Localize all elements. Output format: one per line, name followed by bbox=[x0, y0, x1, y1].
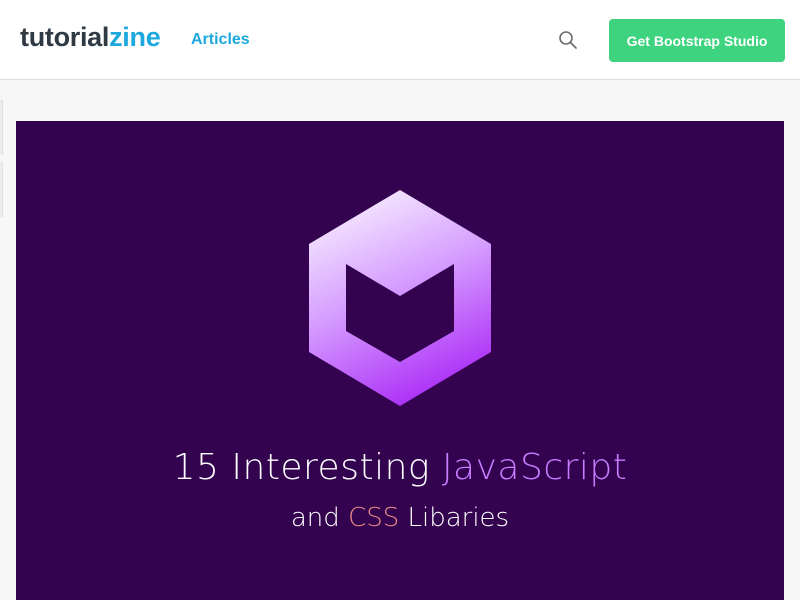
logo-text-accent: zine bbox=[109, 22, 161, 52]
hero-subtitle-text-end: Libaries bbox=[399, 503, 510, 533]
hero-title: 15 Interesting JavaScript bbox=[16, 447, 784, 488]
get-bootstrap-studio-button[interactable]: Get Bootstrap Studio bbox=[609, 19, 785, 62]
hero-subtitle-highlight: CSS bbox=[348, 503, 400, 533]
logo-text-main: tutorial bbox=[20, 22, 110, 52]
side-tab[interactable] bbox=[0, 162, 3, 217]
hero-subtitle-text: and bbox=[290, 503, 349, 533]
hero-subtitle: and CSS Libaries bbox=[16, 503, 784, 533]
hero-title-highlight: JavaScript bbox=[441, 447, 628, 488]
hero-title-text: 15 Interesting bbox=[172, 447, 442, 488]
hexagon-logo-icon bbox=[309, 190, 491, 406]
search-button[interactable] bbox=[556, 28, 580, 52]
side-tab[interactable] bbox=[0, 100, 3, 155]
site-header: tutorialzine Articles Get Bootstrap Stud… bbox=[0, 0, 800, 80]
article-hero-image[interactable]: 15 Interesting JavaScript and CSS Libari… bbox=[16, 121, 784, 600]
search-icon bbox=[559, 31, 577, 49]
nav-articles-link[interactable]: Articles bbox=[191, 31, 250, 49]
site-logo[interactable]: tutorialzine bbox=[20, 22, 161, 53]
